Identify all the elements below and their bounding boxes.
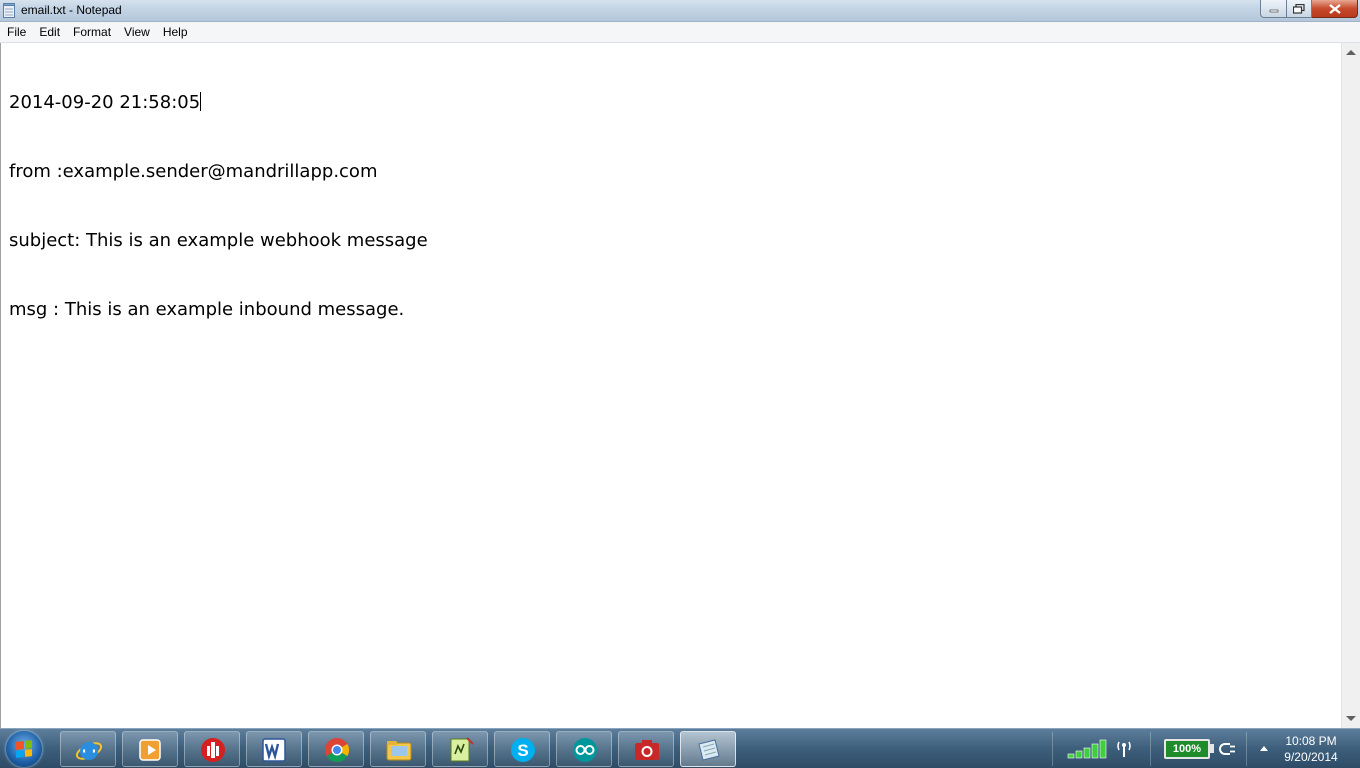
word-icon bbox=[262, 738, 286, 762]
windows-start-icon bbox=[16, 740, 32, 758]
tray-separator bbox=[1052, 732, 1053, 766]
taskbar: S 100% 10:08 PM 9/20/2014 bbox=[0, 728, 1360, 768]
scroll-up-arrow-icon[interactable] bbox=[1346, 50, 1356, 55]
battery-indicator[interactable]: 100% bbox=[1164, 739, 1210, 759]
taskbar-app-word[interactable] bbox=[246, 731, 302, 767]
camera-app-icon bbox=[635, 740, 659, 760]
media-player-icon bbox=[139, 739, 161, 761]
text-caret bbox=[200, 92, 202, 111]
chrome-icon bbox=[325, 738, 350, 763]
taskbar-app-red[interactable] bbox=[184, 731, 240, 767]
signal-strength-icon[interactable] bbox=[1066, 739, 1110, 759]
document-line: subject: This is an example webhook mess… bbox=[9, 230, 428, 251]
notepadpp-icon bbox=[450, 737, 474, 762]
menu-format[interactable]: Format bbox=[66, 22, 117, 42]
wireless-icon[interactable] bbox=[1116, 740, 1132, 758]
menu-bar: File Edit Format View Help bbox=[0, 22, 1360, 43]
tray-separator bbox=[1150, 732, 1151, 766]
taskbar-app-camera[interactable] bbox=[618, 731, 674, 767]
restore-icon bbox=[1293, 3, 1305, 14]
menu-edit[interactable]: Edit bbox=[32, 22, 66, 42]
minimize-button[interactable] bbox=[1260, 0, 1287, 18]
close-button[interactable] bbox=[1312, 0, 1358, 18]
taskbar-app-media-player[interactable] bbox=[122, 731, 178, 767]
internet-explorer-icon bbox=[75, 742, 103, 760]
red-app-icon bbox=[201, 738, 225, 762]
text-editor[interactable]: 2014-09-20 21:58:05 from :example.sender… bbox=[0, 43, 1341, 728]
clock-time: 10:08 PM bbox=[1285, 734, 1337, 748]
power-plug-icon[interactable] bbox=[1218, 741, 1236, 757]
window-title: email.txt - Notepad bbox=[21, 3, 122, 17]
document-line: 2014-09-20 21:58:05 bbox=[9, 91, 428, 114]
menu-help[interactable]: Help bbox=[156, 22, 194, 42]
start-button[interactable] bbox=[6, 731, 42, 767]
close-icon bbox=[1328, 3, 1341, 14]
scroll-down-arrow-icon[interactable] bbox=[1346, 716, 1356, 721]
taskbar-app-internet-explorer[interactable] bbox=[60, 731, 116, 767]
title-bar[interactable]: email.txt - Notepad bbox=[0, 0, 1360, 22]
show-hidden-icons-icon[interactable] bbox=[1260, 746, 1268, 751]
taskbar-app-chrome[interactable] bbox=[308, 731, 364, 767]
window-controls bbox=[1260, 0, 1358, 18]
menu-file[interactable]: File bbox=[0, 22, 32, 42]
system-clock[interactable]: 10:08 PM 9/20/2014 bbox=[1276, 733, 1346, 765]
restore-button[interactable] bbox=[1287, 0, 1312, 18]
skype-icon: S bbox=[511, 738, 535, 762]
document-text[interactable]: 2014-09-20 21:58:05 from :example.sender… bbox=[9, 45, 428, 367]
taskbar-app-notepadpp[interactable] bbox=[432, 731, 488, 767]
taskbar-app-arduino[interactable] bbox=[556, 731, 612, 767]
document-line-text: 2014-09-20 21:58:05 bbox=[9, 92, 201, 113]
vertical-scrollbar[interactable] bbox=[1341, 43, 1360, 728]
menu-view[interactable]: View bbox=[117, 22, 156, 42]
taskbar-app-notepad[interactable] bbox=[680, 731, 736, 767]
minimize-icon bbox=[1269, 9, 1278, 12]
tray-separator bbox=[1246, 732, 1247, 766]
notepad-icon bbox=[3, 3, 15, 18]
document-line: from :example.sender@mandrillapp.com bbox=[9, 161, 378, 182]
file-explorer-icon bbox=[386, 741, 412, 761]
document-line: msg : This is an example inbound message… bbox=[9, 299, 405, 320]
taskbar-app-file-explorer[interactable] bbox=[370, 731, 426, 767]
battery-icon bbox=[1210, 744, 1214, 753]
notepad-icon bbox=[698, 739, 720, 761]
svg-text:S: S bbox=[517, 741, 528, 760]
arduino-icon bbox=[573, 738, 597, 762]
taskbar-app-skype[interactable]: S bbox=[494, 731, 550, 767]
clock-date: 9/20/2014 bbox=[1284, 750, 1338, 764]
